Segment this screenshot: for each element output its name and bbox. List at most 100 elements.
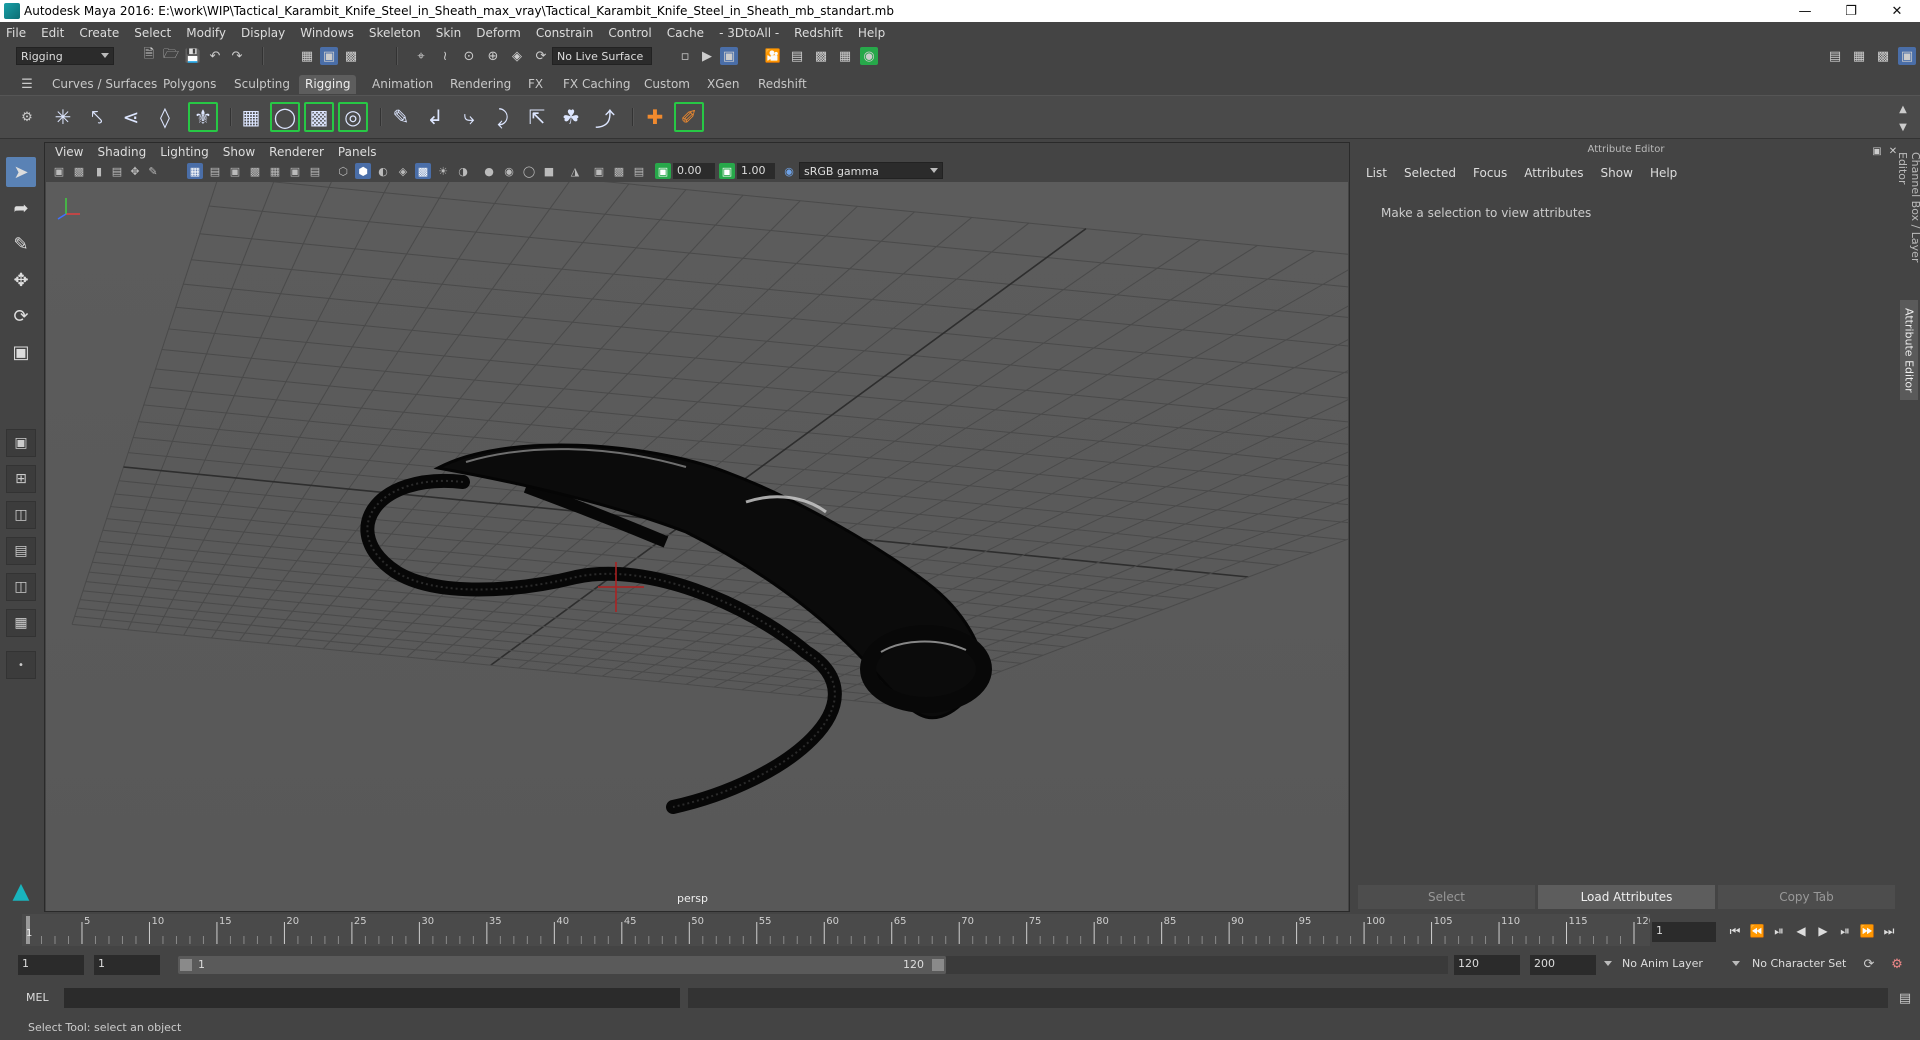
vp-menu-view[interactable]: View bbox=[55, 145, 83, 159]
ae-menu-help[interactable]: Help bbox=[1650, 166, 1677, 184]
isolate-select-icon[interactable]: ◮ bbox=[567, 163, 583, 179]
ae-menu-selected[interactable]: Selected bbox=[1404, 166, 1456, 184]
snap-rotate-icon[interactable]: ⟳ bbox=[532, 47, 550, 65]
snap-curve-icon[interactable]: ≀ bbox=[436, 47, 454, 65]
paint-select-icon[interactable]: ✎ bbox=[6, 229, 36, 259]
outliner-icon[interactable]: ▩ bbox=[1874, 47, 1892, 65]
point-constraint-icon[interactable]: ↲ bbox=[420, 102, 450, 132]
film-gate-icon[interactable]: ▤ bbox=[207, 163, 223, 179]
shelf-settings-icon[interactable]: ⚙ bbox=[18, 108, 36, 126]
select-hierarchy-icon[interactable]: ▦ bbox=[298, 47, 316, 65]
vp-menu-lighting[interactable]: Lighting bbox=[160, 145, 209, 159]
quick-rig-icon[interactable]: ✐ bbox=[674, 102, 704, 132]
field-chart-icon[interactable]: ▦ bbox=[267, 163, 283, 179]
tab-channel-box[interactable]: Channel Box / Layer Editor bbox=[1896, 152, 1920, 288]
exposure-icon[interactable]: ▣ bbox=[655, 163, 671, 179]
ik-spline-icon[interactable]: ⋖ bbox=[116, 102, 146, 132]
animation-preferences-icon[interactable]: ⚙ bbox=[1888, 955, 1906, 973]
tab-custom[interactable]: Custom bbox=[638, 75, 696, 94]
play-forwards-icon[interactable]: ▶ bbox=[1814, 924, 1832, 938]
select-object-icon[interactable]: ▣ bbox=[320, 47, 338, 65]
ik-handle-icon[interactable]: ⤣ bbox=[82, 102, 112, 132]
menu-deform[interactable]: Deform bbox=[476, 26, 521, 40]
menu-cache[interactable]: Cache bbox=[667, 26, 704, 40]
attribute-editor-toggle-icon[interactable]: ▣ bbox=[1898, 47, 1916, 65]
wireframe-on-shaded-icon[interactable]: ◐ bbox=[375, 163, 391, 179]
tab-animation[interactable]: Animation bbox=[366, 75, 439, 94]
menu-display[interactable]: Display bbox=[241, 26, 285, 40]
menu-file[interactable]: File bbox=[6, 26, 26, 40]
shelf-menu-icon[interactable]: ☰ bbox=[18, 75, 36, 93]
move-tool-icon[interactable]: ✥ bbox=[6, 265, 36, 295]
menu-create[interactable]: Create bbox=[79, 26, 119, 40]
rotate-tool-icon[interactable]: ⟳ bbox=[6, 301, 36, 331]
gamma-field[interactable]: 1.00 bbox=[737, 163, 775, 179]
load-attributes-button[interactable]: Load Attributes bbox=[1538, 885, 1715, 909]
camera-attributes-icon[interactable]: ▩ bbox=[71, 163, 87, 179]
joint-tool-icon[interactable]: ✳ bbox=[48, 102, 78, 132]
menu-constrain[interactable]: Constrain bbox=[536, 26, 594, 40]
script-editor-icon[interactable]: ▤ bbox=[1896, 989, 1914, 1007]
ae-menu-focus[interactable]: Focus bbox=[1473, 166, 1507, 184]
persp-hypershade-layout-icon[interactable]: ▦ bbox=[6, 609, 36, 637]
new-scene-icon[interactable]: 🗎 bbox=[140, 47, 158, 65]
go-to-start-icon[interactable]: ⏮ bbox=[1726, 924, 1744, 938]
depth-of-field-icon[interactable]: ■ bbox=[541, 163, 557, 179]
step-back-key-icon[interactable]: ⏪ bbox=[1748, 924, 1766, 938]
tab-redshift[interactable]: Redshift bbox=[752, 75, 813, 94]
live-surface-field[interactable]: No Live Surface bbox=[552, 47, 652, 65]
redo-icon[interactable]: ↷ bbox=[228, 47, 246, 65]
locator-icon[interactable]: ✚ bbox=[640, 102, 670, 132]
lattice-icon[interactable]: ▩ bbox=[304, 102, 334, 132]
menu-help[interactable]: Help bbox=[858, 26, 885, 40]
anim-end-field[interactable]: 200 bbox=[1530, 955, 1596, 975]
grid-icon[interactable]: ▦ bbox=[187, 163, 203, 179]
gate-mask-icon[interactable]: ▩ bbox=[247, 163, 263, 179]
xray-icon[interactable]: ▩ bbox=[415, 163, 431, 179]
scene-start-field[interactable]: 1 bbox=[18, 955, 84, 975]
gamma-icon[interactable]: ▣ bbox=[719, 163, 735, 179]
range-slider[interactable]: 1 120 bbox=[178, 956, 946, 974]
snap-surface-icon[interactable]: ◈ bbox=[508, 47, 526, 65]
use-all-lights-icon[interactable]: ☀ bbox=[435, 163, 451, 179]
exposure-field[interactable]: 0.00 bbox=[673, 163, 715, 179]
undo-icon[interactable]: ↶ bbox=[206, 47, 224, 65]
tab-fx-caching[interactable]: FX Caching bbox=[557, 75, 636, 94]
menu-3dtoall[interactable]: - 3DtoAll - bbox=[719, 26, 779, 40]
shadows-icon[interactable]: ◑ bbox=[455, 163, 471, 179]
auto-key-icon[interactable]: ⟳ bbox=[1860, 955, 1878, 973]
layout-icon[interactable]: ▦ bbox=[1850, 47, 1868, 65]
menu-select[interactable]: Select bbox=[134, 26, 171, 40]
menu-skin[interactable]: Skin bbox=[436, 26, 462, 40]
scale-tool-icon[interactable]: ▣ bbox=[6, 337, 36, 367]
menu-windows[interactable]: Windows bbox=[300, 26, 354, 40]
scale-constraint-icon[interactable]: ⇱ bbox=[522, 102, 552, 132]
two-d-pan-icon[interactable]: ✥ bbox=[127, 163, 143, 179]
range-end-handle[interactable] bbox=[932, 959, 944, 971]
parent-constraint-icon[interactable]: ☘ bbox=[556, 102, 586, 132]
xray-components-icon[interactable]: ▩ bbox=[611, 163, 627, 179]
copy-tab-button[interactable]: Copy Tab bbox=[1718, 885, 1895, 909]
aim-constraint-icon[interactable]: ⤷ bbox=[454, 102, 484, 132]
step-back-frame-icon[interactable]: ⏯ bbox=[1770, 924, 1788, 938]
menu-redshift[interactable]: Redshift bbox=[794, 26, 843, 40]
four-view-layout-icon[interactable]: ⊞ bbox=[6, 465, 36, 493]
viewport-3d[interactable]: persp bbox=[46, 182, 1348, 911]
select-button[interactable]: Select bbox=[1358, 885, 1535, 909]
grease-pencil-icon[interactable]: ✎ bbox=[145, 163, 161, 179]
vp-menu-renderer[interactable]: Renderer bbox=[269, 145, 324, 159]
snap-point-icon[interactable]: ⊙ bbox=[460, 47, 478, 65]
tab-rigging[interactable]: Rigging bbox=[299, 75, 357, 94]
shelf-scroll-down-icon[interactable]: ▼ bbox=[1894, 118, 1912, 136]
go-to-end-icon[interactable]: ⏭ bbox=[1880, 924, 1898, 938]
vp-menu-show[interactable]: Show bbox=[223, 145, 255, 159]
tab-xgen[interactable]: XGen bbox=[701, 75, 746, 94]
camera-select-icon[interactable]: ▣ bbox=[51, 163, 67, 179]
step-forward-key-icon[interactable]: ⏩ bbox=[1858, 924, 1876, 938]
range-end-field[interactable]: 120 bbox=[1454, 955, 1520, 975]
anim-layer-dropdown[interactable]: No Anim Layer bbox=[1622, 957, 1703, 970]
save-scene-icon[interactable]: 💾 bbox=[184, 47, 202, 65]
anti-alias-icon[interactable]: ◯ bbox=[521, 163, 537, 179]
character-set-dropdown[interactable]: No Character Set bbox=[1752, 957, 1846, 970]
chevron-down-icon[interactable] bbox=[1604, 961, 1612, 966]
